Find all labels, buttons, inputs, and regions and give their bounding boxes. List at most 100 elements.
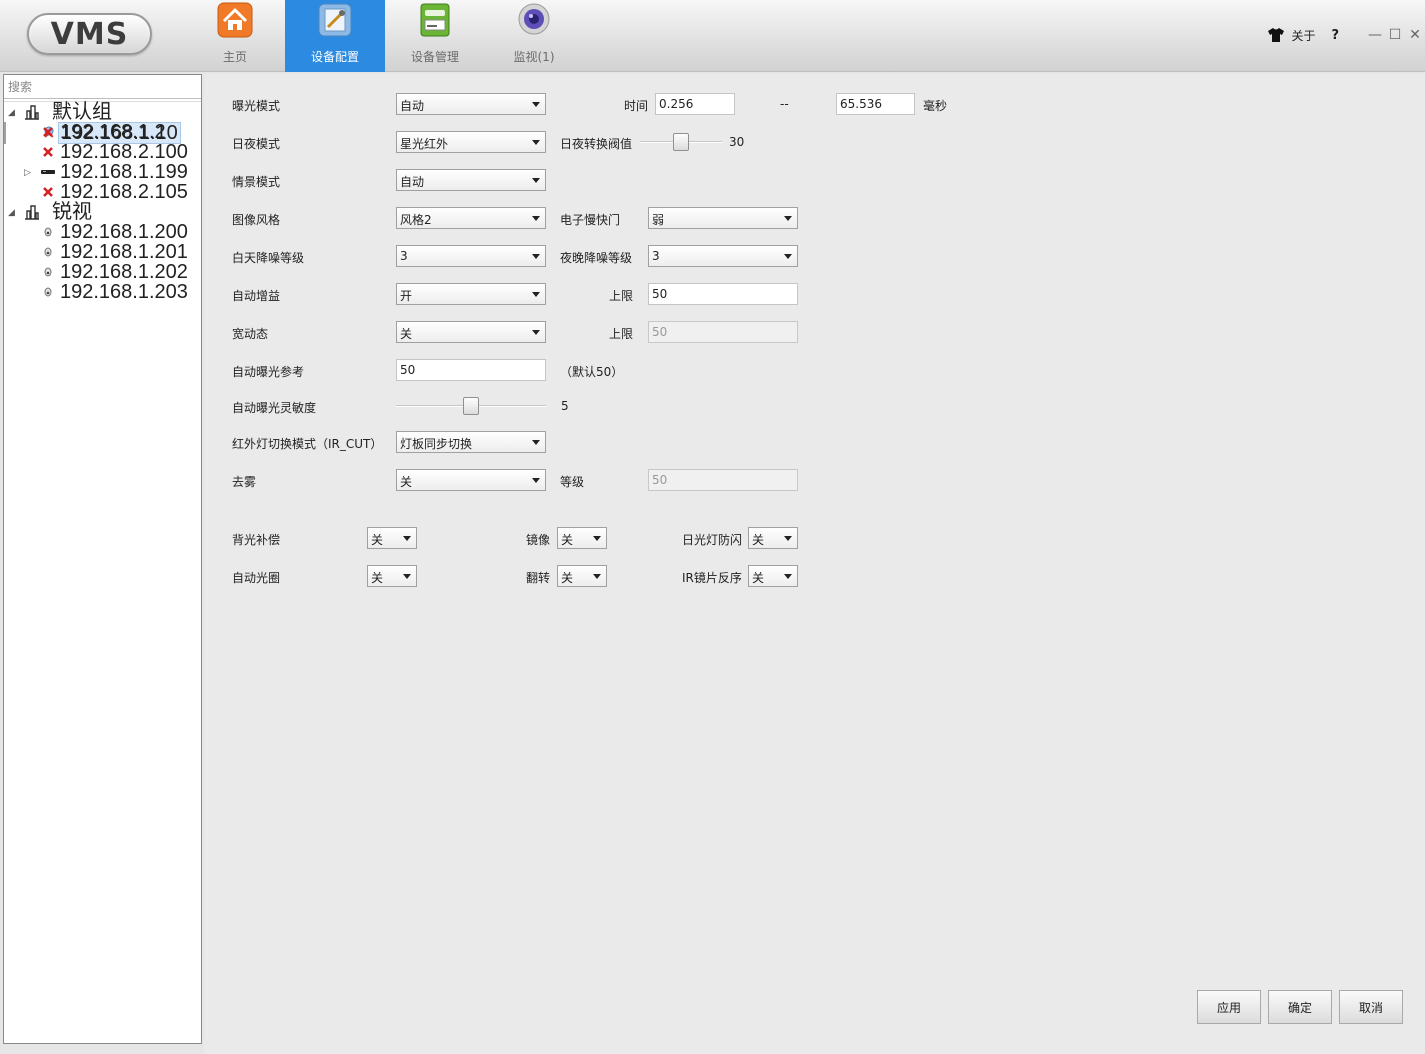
auto-gain-label: 自动增益 bbox=[232, 289, 281, 303]
ae-sens-slider[interactable] bbox=[396, 396, 546, 416]
tree-device-item[interactable]: ▷ 192.168.1.199 bbox=[4, 162, 201, 182]
time-label: 时间 bbox=[624, 99, 649, 113]
time-unit: 毫秒 bbox=[923, 99, 948, 113]
dropdown-arrow-icon bbox=[532, 178, 540, 183]
tree-device-item[interactable]: 192.168.2.105 bbox=[4, 182, 201, 202]
time-min-input[interactable]: 0.256 bbox=[655, 93, 735, 115]
about-label: 关于 bbox=[1291, 28, 1316, 43]
select-value: 自动 bbox=[400, 99, 425, 113]
scene-mode-select[interactable]: 自动 bbox=[396, 169, 546, 191]
select-value: 关 bbox=[371, 533, 384, 547]
cancel-button[interactable]: 取消 bbox=[1339, 990, 1403, 1024]
wdr-select[interactable]: 关 bbox=[396, 321, 546, 343]
dropdown-arrow-icon bbox=[593, 574, 601, 579]
home-icon bbox=[217, 2, 253, 38]
dropdown-arrow-icon bbox=[532, 102, 540, 107]
scene-mode-label: 情景模式 bbox=[232, 175, 281, 189]
tab-monitor-label: 监视(1) bbox=[513, 50, 555, 64]
collapse-arrow-icon[interactable]: ◢ bbox=[8, 207, 18, 217]
day-night-mode-select[interactable]: 星光红外 bbox=[396, 131, 546, 153]
anti-flicker-select[interactable]: 关 bbox=[748, 527, 798, 549]
tree-device-item[interactable]: 192.168.1.2 bbox=[4, 122, 201, 142]
tree-device-ip: 192.168.2.100 bbox=[60, 141, 188, 163]
image-style-select[interactable]: 风格2 bbox=[396, 207, 546, 229]
tab-device-config[interactable]: 设备配置 bbox=[285, 0, 385, 72]
ok-button[interactable]: 确定 bbox=[1268, 990, 1332, 1024]
close-button[interactable]: ✕ bbox=[1405, 27, 1425, 43]
ir-reverse-label: IR镜片反序 bbox=[682, 571, 742, 585]
tree-group-label: 默认组 bbox=[52, 101, 112, 123]
tree-group-label: 锐视 bbox=[52, 201, 92, 223]
select-value: 关 bbox=[561, 533, 574, 547]
dropdown-arrow-icon bbox=[784, 216, 792, 221]
ae-ref-input[interactable]: 50 bbox=[396, 359, 546, 381]
tree-device-item[interactable]: 192.168.1.203 bbox=[4, 282, 201, 302]
day-night-threshold-label: 日夜转换阀值 bbox=[560, 137, 633, 151]
tree-group-default[interactable]: ◢ 默认组 bbox=[4, 102, 201, 122]
auto-gain-limit-input[interactable]: 50 bbox=[648, 283, 798, 305]
auto-iris-select[interactable]: 关 bbox=[367, 565, 417, 587]
time-max-input[interactable]: 65.536 bbox=[836, 93, 915, 115]
apply-button[interactable]: 应用 bbox=[1197, 990, 1261, 1024]
day-nr-select[interactable]: 3 bbox=[396, 245, 546, 267]
auto-iris-label: 自动光圈 bbox=[232, 571, 281, 585]
ir-reverse-select[interactable]: 关 bbox=[748, 565, 798, 587]
tree-device-item[interactable]: 192.168.1.200 bbox=[4, 222, 201, 242]
tree-group-ruishi[interactable]: ◢ 锐视 bbox=[4, 202, 201, 222]
tree-device-item[interactable]: 192.168.1.202 bbox=[4, 262, 201, 282]
auto-gain-select[interactable]: 开 bbox=[396, 283, 546, 305]
device-tree-panel: ◢ 默认组 192.168.1.10 192.168.1.2 192.168.2… bbox=[3, 74, 202, 1044]
expand-arrow-icon[interactable]: ▷ bbox=[24, 167, 34, 177]
search-input[interactable] bbox=[4, 75, 201, 99]
device-management-icon bbox=[420, 3, 450, 37]
flip-select[interactable]: 关 bbox=[557, 565, 607, 587]
wdr-label: 宽动态 bbox=[232, 327, 269, 341]
day-nr-label: 白天降噪等级 bbox=[232, 251, 305, 265]
tab-device-management-label: 设备管理 bbox=[410, 50, 459, 64]
about-button[interactable]: 关于 bbox=[1267, 27, 1315, 44]
slider-thumb[interactable] bbox=[463, 397, 479, 415]
help-button[interactable]: ? bbox=[1331, 28, 1339, 43]
camera-icon bbox=[44, 287, 52, 297]
ae-ref-hint: （默认50） bbox=[560, 365, 624, 379]
tree-device-item[interactable]: 192.168.2.100 bbox=[4, 142, 201, 162]
maximize-button[interactable]: ☐ bbox=[1385, 27, 1405, 43]
tree-device-ip: 192.168.1.203 bbox=[60, 281, 188, 303]
minimize-button[interactable]: — bbox=[1365, 27, 1385, 43]
ae-ref-label: 自动曝光参考 bbox=[232, 365, 305, 379]
top-bar: VMS 主页 设备配置 设备管理 监视(1) 关于 ? — ☐ ✕ bbox=[0, 0, 1425, 72]
ir-cut-select[interactable]: 灯板同步切换 bbox=[396, 431, 546, 453]
group-building-icon bbox=[25, 105, 39, 120]
e-shutter-label: 电子慢快门 bbox=[560, 213, 621, 227]
mirror-select[interactable]: 关 bbox=[557, 527, 607, 549]
anti-flicker-label: 日光灯防闪 bbox=[682, 533, 743, 547]
e-shutter-select[interactable]: 弱 bbox=[648, 207, 798, 229]
camera-icon bbox=[44, 247, 52, 257]
day-night-threshold-slider[interactable] bbox=[640, 132, 722, 152]
dropdown-arrow-icon bbox=[593, 536, 601, 541]
image-style-label: 图像风格 bbox=[232, 213, 281, 227]
dropdown-arrow-icon bbox=[532, 440, 540, 445]
defog-level-input: 50 bbox=[648, 469, 798, 491]
nvr-device-icon bbox=[41, 170, 55, 174]
collapse-arrow-icon[interactable]: ◢ bbox=[8, 107, 18, 117]
night-nr-select[interactable]: 3 bbox=[648, 245, 798, 267]
slider-thumb[interactable] bbox=[673, 133, 689, 151]
exposure-mode-select[interactable]: 自动 bbox=[396, 93, 546, 115]
tab-home[interactable]: 主页 bbox=[185, 0, 285, 72]
tree-device-item[interactable]: 192.168.1.201 bbox=[4, 242, 201, 262]
tab-device-management[interactable]: 设备管理 bbox=[385, 0, 485, 72]
blc-select[interactable]: 关 bbox=[367, 527, 417, 549]
day-night-threshold-value: 30 bbox=[729, 135, 745, 149]
day-night-mode-label: 日夜模式 bbox=[232, 137, 281, 151]
dropdown-arrow-icon bbox=[784, 574, 792, 579]
select-value: 弱 bbox=[652, 213, 665, 227]
night-nr-label: 夜晚降噪等级 bbox=[560, 251, 633, 265]
monitor-camera-icon bbox=[518, 3, 550, 35]
tab-monitor[interactable]: 监视(1) bbox=[484, 0, 584, 72]
defog-select[interactable]: 关 bbox=[396, 469, 546, 491]
tree-device-ip: 192.168.1.202 bbox=[60, 261, 188, 283]
mirror-label: 镜像 bbox=[526, 533, 551, 547]
dropdown-arrow-icon bbox=[403, 574, 411, 579]
ae-sens-value: 5 bbox=[561, 399, 569, 413]
